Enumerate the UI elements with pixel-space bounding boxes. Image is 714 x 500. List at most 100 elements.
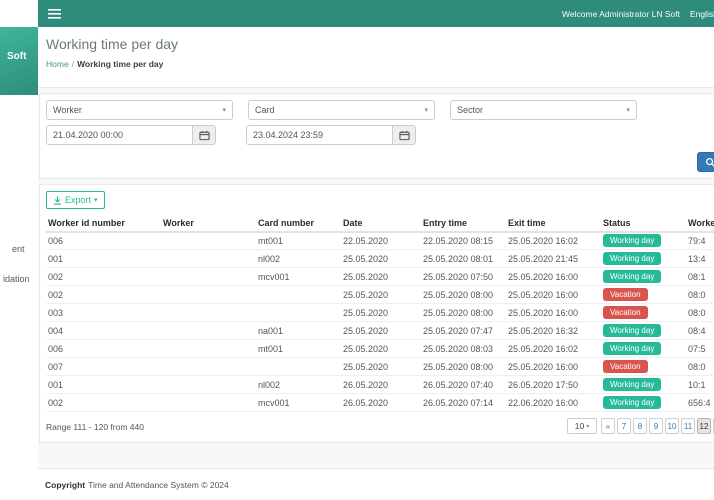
breadcrumb: Home / Working time per day — [46, 59, 714, 69]
cell-worked-hours: 07:5 — [686, 339, 714, 358]
sector-select[interactable]: Sector ▾ — [450, 100, 637, 120]
cell-card-number: na001 — [256, 321, 341, 340]
pagination: 10 ▾ «78910111213 — [567, 418, 714, 434]
cell-date: 26.05.2020 — [341, 375, 421, 394]
pagination-page-7[interactable]: 7 — [617, 418, 631, 434]
cell-exit-time: 25.05.2020 16:00 — [506, 303, 601, 322]
cell-status: Working day — [601, 249, 686, 268]
status-badge: Working day — [603, 378, 662, 391]
cell-worker-id: 002 — [46, 267, 161, 286]
cell-worked-hours: 08:0 — [686, 303, 714, 322]
page-size-select[interactable]: 10 ▾ — [567, 418, 597, 434]
results-panel: Export ▾ Worker id number Worker Card numb… — [39, 184, 714, 443]
column-header: Worker id number — [46, 214, 161, 233]
cell-worked-hours: 08:0 — [686, 285, 714, 304]
table-row[interactable]: 001 nl002 26.05.2020 26.05.2020 07:40 26.05.… — [46, 375, 714, 394]
worker-select[interactable]: Worker ▾ — [46, 100, 233, 120]
app-window: Soft ent idation Welcome Administrator LN… — [0, 0, 714, 500]
page-title: Working time per day — [46, 36, 179, 52]
export-button-label: Export — [65, 195, 92, 205]
cell-worker — [161, 267, 256, 286]
cell-status: Working day — [601, 339, 686, 358]
pagination-page-12[interactable]: 12 — [697, 418, 711, 434]
language-selector[interactable]: English — [690, 9, 714, 19]
cell-exit-time: 25.05.2020 16:02 — [506, 231, 601, 250]
cell-card-number — [256, 357, 341, 376]
cell-worked-hours: 79:4 — [686, 231, 714, 250]
range-text: Range 111 - 120 from 440 — [46, 422, 144, 432]
pagination-first-button[interactable]: « — [601, 418, 615, 434]
cell-entry-time: 26.05.2020 07:14 — [421, 393, 506, 412]
breadcrumb-home-link[interactable]: Home — [46, 59, 69, 69]
calendar-icon[interactable] — [192, 125, 216, 145]
pagination-page-10[interactable]: 10 — [665, 418, 679, 434]
pagination-page-8[interactable]: 8 — [633, 418, 647, 434]
table-row[interactable]: 007 25.05.2020 25.05.2020 08:00 25.05.2020 … — [46, 357, 714, 376]
sidebar: Soft ent idation — [0, 0, 38, 500]
sidebar-item[interactable]: idation — [3, 274, 30, 284]
column-header: Exit time — [506, 214, 601, 233]
status-badge: Working day — [603, 342, 662, 355]
column-header: Worked hours — [686, 214, 714, 233]
date-from-input[interactable] — [46, 125, 192, 145]
cell-card-number: mt001 — [256, 339, 341, 358]
cell-date: 22.05.2020 — [341, 231, 421, 250]
page-size-value: 10 — [574, 421, 585, 431]
status-badge: Working day — [603, 270, 662, 283]
page-footer: Copyright Time and Attendance System © 2… — [38, 468, 714, 500]
table-row[interactable]: 006 mt001 25.05.2020 25.05.2020 08:03 25.05.… — [46, 339, 714, 358]
cell-worked-hours: 08:0 — [686, 357, 714, 376]
cell-entry-time: 25.05.2020 08:03 — [421, 339, 506, 358]
cell-date: 25.05.2020 — [341, 303, 421, 322]
pagination-page-9[interactable]: 9 — [649, 418, 663, 434]
cell-worker-id: 006 — [46, 339, 161, 358]
cell-worked-hours: 08:1 — [686, 267, 714, 286]
filter-dates-row — [46, 125, 714, 145]
content-area: Worker ▾ Card ▾ Sector ▾ 21.04.2020 00:0… — [38, 88, 714, 468]
table-row[interactable]: 002 25.05.2020 25.05.2020 08:00 25.05.2020 … — [46, 285, 714, 304]
date-to-input[interactable] — [246, 125, 392, 145]
cell-card-number: nl002 — [256, 249, 341, 268]
column-header: Entry time — [421, 214, 506, 233]
cell-worker — [161, 339, 256, 358]
cell-worker-id: 001 — [46, 375, 161, 394]
date-from-group — [46, 125, 216, 145]
cell-card-number — [256, 303, 341, 322]
table-body: 006 mt001 22.05.2020 22.05.2020 08:15 25.05.… — [46, 231, 714, 412]
filter-selects-row: Worker ▾ Card ▾ Sector ▾ — [46, 100, 714, 120]
cell-exit-time: 25.05.2020 16:02 — [506, 339, 601, 358]
cell-worker — [161, 375, 256, 394]
sidebar-item[interactable]: ent — [12, 244, 25, 254]
cell-entry-time: 22.05.2020 08:15 — [421, 231, 506, 250]
cell-worked-hours: 13:4 — [686, 249, 714, 268]
pagination-page-11[interactable]: 11 — [681, 418, 695, 434]
main-column: Welcome Administrator LN Soft English Wo… — [38, 0, 714, 500]
table-row[interactable]: 002 mcv001 26.05.2020 26.05.2020 07:14 22.06… — [46, 393, 714, 412]
table-row[interactable]: 003 25.05.2020 25.05.2020 08:00 25.05.2020 … — [46, 303, 714, 322]
table-row[interactable]: 001 nl002 25.05.2020 25.05.2020 08:01 25.05.… — [46, 249, 714, 268]
cell-card-number: mcv001 — [256, 267, 341, 286]
cell-worker — [161, 285, 256, 304]
menu-toggle-icon[interactable] — [48, 9, 61, 19]
cell-worker-id: 007 — [46, 357, 161, 376]
export-button[interactable]: Export ▾ — [46, 191, 105, 209]
table-row[interactable]: 006 mt001 22.05.2020 22.05.2020 08:15 25.05.… — [46, 231, 714, 250]
cell-date: 25.05.2020 — [341, 285, 421, 304]
cell-exit-time: 25.05.2020 16:00 — [506, 267, 601, 286]
status-badge: Working day — [603, 252, 662, 265]
cell-exit-time: 25.05.2020 16:00 — [506, 285, 601, 304]
chevron-down-icon: ▾ — [94, 197, 98, 204]
pagination-pages: «78910111213 — [601, 418, 714, 434]
cell-card-number: mcv001 — [256, 393, 341, 412]
cell-status: Working day — [601, 393, 686, 412]
card-select[interactable]: Card ▾ — [248, 100, 435, 120]
cell-entry-time: 25.05.2020 08:00 — [421, 303, 506, 322]
search-button[interactable]: Search — [697, 152, 714, 172]
table-row[interactable]: 002 mcv001 25.05.2020 25.05.2020 07:50 25.05… — [46, 267, 714, 286]
cell-entry-time: 25.05.2020 07:50 — [421, 267, 506, 286]
calendar-icon[interactable] — [392, 125, 416, 145]
copyright-label: Copyright — [45, 479, 86, 490]
table-row[interactable]: 004 na001 25.05.2020 25.05.2020 07:47 25.05.… — [46, 321, 714, 340]
status-badge: Vacation — [603, 288, 648, 301]
cell-worker — [161, 231, 256, 250]
